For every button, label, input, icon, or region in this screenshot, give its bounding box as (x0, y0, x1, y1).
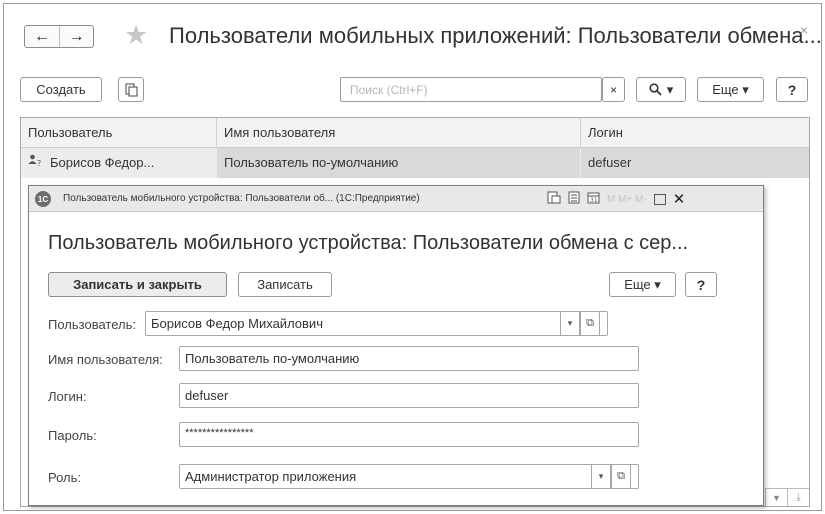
role-field-value: Администратор приложения (185, 469, 357, 484)
chevron-down-icon: ▾ (598, 471, 604, 481)
save-and-close-button[interactable]: Записать и закрыть (48, 272, 227, 297)
column-header-name[interactable]: Имя пользователя (216, 118, 580, 148)
forward-button[interactable]: → (58, 26, 93, 47)
copy-button[interactable] (118, 77, 144, 102)
clear-search-button[interactable]: × (602, 77, 625, 102)
dialog-heading: Пользователь мобильного устройства: Поль… (48, 232, 689, 254)
user-field[interactable]: Борисов Федор Михайлович ▾ ⧉ (145, 311, 608, 336)
user-label: Пользователь: (48, 317, 136, 332)
calculator-icon[interactable] (568, 191, 580, 207)
user-open-button[interactable]: ⧉ (580, 312, 600, 335)
copy-icon (125, 83, 137, 96)
table-header: Пользователь Имя пользователя Логин (21, 118, 809, 148)
search-input[interactable]: Поиск (Ctrl+F) (340, 77, 602, 102)
memory-buttons: M M+ M- (607, 193, 647, 205)
login-field[interactable]: defuser (179, 383, 639, 408)
page-title: Пользователи мобильных приложений: Польз… (169, 23, 822, 48)
svg-text:?: ? (37, 159, 41, 167)
user-field-value: Борисов Федор Михайлович (151, 316, 323, 331)
user-icon: ? (28, 148, 44, 178)
scroll-end-button[interactable]: ⤓ (787, 489, 809, 506)
table-cell-name: Пользователь по-умолчанию (216, 148, 580, 178)
maximize-icon[interactable] (653, 193, 666, 205)
role-label: Роль: (48, 470, 82, 485)
scroll-down-button[interactable]: ▼ (766, 489, 787, 506)
app-logo-icon: 1С (35, 191, 51, 207)
list-toolbar: Создать Поиск (Ctrl+F) × ▾ Еще ▾ ? (4, 77, 821, 103)
user-dialog: 1С Пользователь мобильного устройства: П… (28, 185, 764, 506)
close-icon[interactable]: ✕ (673, 190, 686, 208)
report-icon[interactable] (547, 191, 561, 207)
chevron-down-icon: ▾ (567, 318, 573, 328)
dialog-title-tools: 31 M M+ M- ✕ (547, 190, 685, 208)
save-button[interactable]: Записать (238, 272, 332, 297)
user-dropdown-button[interactable]: ▾ (560, 312, 580, 335)
password-label: Пароль: (48, 428, 97, 443)
table-row[interactable]: ? Борисов Федор... Пользователь по-умолч… (21, 148, 809, 178)
create-button[interactable]: Создать (20, 77, 102, 102)
help-button[interactable]: ? (685, 272, 717, 297)
arrow-right-icon: → (68, 27, 85, 45)
column-header-user[interactable]: Пользователь (21, 118, 216, 148)
dialog-window-title: Пользователь мобильного устройства: Поль… (63, 193, 420, 204)
star-icon[interactable]: ★ (124, 20, 148, 50)
chevron-down-icon: ▾ (666, 81, 674, 97)
title-row: ← → ★ Пользователи мобильных приложений:… (4, 4, 822, 66)
back-button[interactable]: ← (25, 26, 59, 47)
table-cell-login: defuser (580, 148, 809, 178)
dialog-titlebar: 1С Пользователь мобильного устройства: П… (29, 186, 763, 212)
open-icon: ⧉ (586, 317, 594, 329)
more-button[interactable]: Еще ▾ (609, 272, 676, 297)
role-open-button[interactable]: ⧉ (611, 465, 631, 488)
search-icon (649, 83, 662, 96)
calendar-icon[interactable]: 31 (587, 191, 600, 207)
clear-icon: × (609, 82, 617, 97)
table-cell-user: ? Борисов Федор... (21, 148, 216, 178)
svg-text:31: 31 (590, 197, 598, 204)
password-field[interactable]: **************** (179, 422, 639, 447)
arrow-left-icon: ← (33, 27, 50, 45)
column-header-login[interactable]: Логин (580, 118, 809, 148)
close-icon[interactable]: × (800, 22, 808, 38)
more-button[interactable]: Еще ▾ (697, 77, 764, 102)
name-label: Имя пользователя: (48, 352, 163, 367)
table-cell-user-text: Борисов Федор... (50, 155, 155, 170)
role-field[interactable]: Администратор приложения ▾ ⧉ (179, 464, 639, 489)
login-label: Логин: (48, 389, 87, 404)
navigation-buttons: ← → (24, 25, 94, 48)
scroll-buttons: ▼ ⤓ (765, 488, 809, 506)
open-icon: ⧉ (617, 470, 625, 482)
find-button[interactable]: ▾ (636, 77, 686, 102)
role-dropdown-button[interactable]: ▾ (591, 465, 611, 488)
name-field[interactable]: Пользователь по-умолчанию (179, 346, 639, 371)
help-button[interactable]: ? (776, 77, 808, 102)
